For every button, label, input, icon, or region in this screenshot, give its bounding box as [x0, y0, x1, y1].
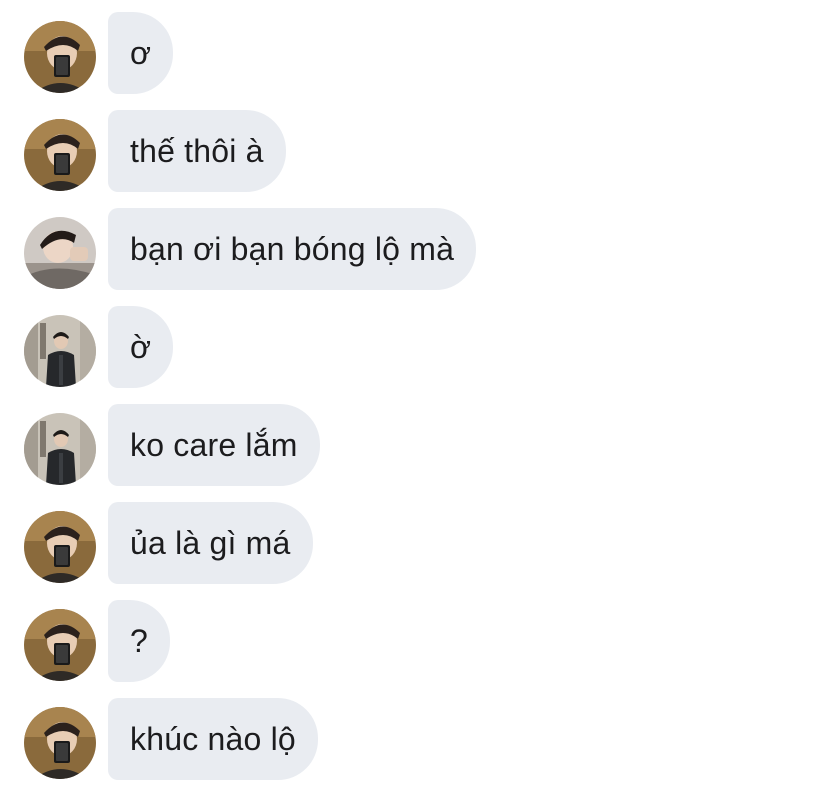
- avatar-mirror-selfie-image: [24, 119, 96, 191]
- message-text: khúc nào lộ: [130, 720, 296, 757]
- message-bubble[interactable]: ờ: [108, 306, 174, 388]
- message-bubble[interactable]: ?: [108, 600, 170, 682]
- message-row: ủa là gì má: [0, 502, 828, 584]
- message-text: ủa là gì má: [130, 524, 291, 561]
- avatar[interactable]: [24, 707, 96, 779]
- message-bubble[interactable]: ko care lắm: [108, 404, 320, 486]
- message-row: ờ: [0, 306, 828, 388]
- avatar[interactable]: [24, 609, 96, 681]
- message-bubble[interactable]: ủa là gì má: [108, 502, 313, 584]
- message-bubble[interactable]: thế thôi à: [108, 110, 286, 192]
- avatar-mirror-selfie-image: [24, 707, 96, 779]
- avatar[interactable]: [24, 511, 96, 583]
- message-row: ơ: [0, 12, 828, 94]
- message-row: thế thôi à: [0, 110, 828, 192]
- avatar[interactable]: [24, 413, 96, 485]
- message-bubble[interactable]: ơ: [108, 12, 174, 94]
- avatar-mirror-selfie-image: [24, 21, 96, 93]
- message-bubble[interactable]: bạn ơi bạn bóng lộ mà: [108, 208, 477, 290]
- message-text: ơ: [130, 34, 152, 71]
- avatar-mirror-selfie-image: [24, 609, 96, 681]
- message-row: ?: [0, 600, 828, 682]
- avatar[interactable]: [24, 119, 96, 191]
- message-text: ờ: [130, 328, 152, 365]
- message-row: ko care lắm: [0, 404, 828, 486]
- avatar-lying-portrait-image: [24, 217, 96, 289]
- message-text: ko care lắm: [130, 426, 298, 463]
- avatar-mirror-selfie-image: [24, 511, 96, 583]
- avatar[interactable]: [24, 315, 96, 387]
- avatar[interactable]: [24, 21, 96, 93]
- avatar[interactable]: [24, 217, 96, 289]
- message-text: thế thôi à: [130, 132, 264, 169]
- message-row: khúc nào lộ: [0, 698, 828, 780]
- avatar-standing-jacket-image: [24, 315, 96, 387]
- message-text: bạn ơi bạn bóng lộ mà: [130, 230, 455, 267]
- avatar-standing-jacket-image: [24, 413, 96, 485]
- message-text: ?: [130, 622, 148, 659]
- message-row: bạn ơi bạn bóng lộ mà: [0, 208, 828, 290]
- message-bubble[interactable]: khúc nào lộ: [108, 698, 318, 780]
